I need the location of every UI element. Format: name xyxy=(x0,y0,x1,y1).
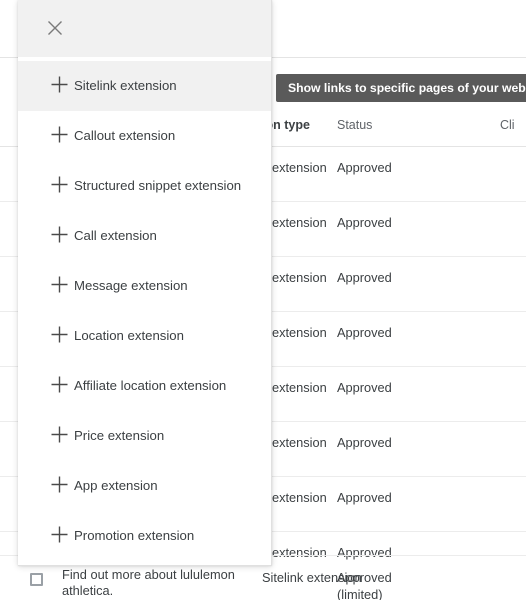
cell-status: Approved xyxy=(337,325,392,340)
cell-status: Approved xyxy=(337,215,392,230)
menu-item-label: App extension xyxy=(74,478,158,493)
menu-item-label: Sitelink extension xyxy=(74,78,177,93)
plus-icon xyxy=(50,261,72,311)
cell-status: Approved (limited) xyxy=(337,570,392,600)
cell-status: Approved xyxy=(337,270,392,285)
menu-item-message-extension[interactable]: Message extension xyxy=(18,261,271,311)
column-header-clicks[interactable]: Cli xyxy=(500,114,515,136)
row-select-checkbox[interactable] xyxy=(30,573,43,586)
panel-header xyxy=(18,0,271,57)
add-extension-dropdown-panel: Sitelink extension Callout extension Str… xyxy=(18,0,272,566)
menu-item-affiliate-location-extension[interactable]: Affiliate location extension xyxy=(18,361,271,411)
menu-item-app-extension[interactable]: App extension xyxy=(18,461,271,511)
menu-item-label: Affiliate location extension xyxy=(74,378,227,393)
menu-item-label: Message extension xyxy=(74,278,188,293)
cell-extension-text: Find out more about lululemon athletica. xyxy=(62,567,235,598)
menu-item-location-extension[interactable]: Location extension xyxy=(18,311,271,361)
plus-icon xyxy=(50,461,72,511)
close-icon xyxy=(38,19,72,37)
cell-status: Approved xyxy=(337,490,392,505)
cell-status: Approved xyxy=(337,380,392,395)
menu-item-callout-extension[interactable]: Callout extension xyxy=(18,111,271,161)
menu-item-label: Callout extension xyxy=(74,128,176,143)
cell-status: Approved xyxy=(337,435,392,450)
menu-item-structured-snippet-extension[interactable]: Structured snippet extension xyxy=(18,161,271,211)
menu-item-call-extension[interactable]: Call extension xyxy=(18,211,271,261)
cell-status: Approved xyxy=(337,160,392,175)
plus-icon xyxy=(50,211,72,261)
close-button[interactable] xyxy=(38,12,72,46)
column-header-status[interactable]: Status xyxy=(337,114,372,136)
menu-item-label: Call extension xyxy=(74,228,157,243)
plus-icon xyxy=(50,311,72,361)
menu-item-label: Location extension xyxy=(74,328,184,343)
plus-icon xyxy=(50,361,72,411)
plus-icon xyxy=(50,111,72,161)
plus-icon xyxy=(50,161,72,211)
tooltip: Show links to specific pages of your web… xyxy=(276,74,526,102)
menu-item-promotion-extension[interactable]: Promotion extension xyxy=(18,511,271,561)
menu-item-label: Price extension xyxy=(74,428,165,443)
menu-item-label: Promotion extension xyxy=(74,528,195,543)
menu-item-sitelink-extension[interactable]: Sitelink extension xyxy=(18,61,271,111)
screen-root: ion type Status Cli k extension Approved… xyxy=(0,0,526,600)
plus-icon xyxy=(50,61,72,111)
extension-type-menu: Sitelink extension Callout extension Str… xyxy=(18,61,271,561)
plus-icon xyxy=(50,411,72,461)
menu-item-label: Structured snippet extension xyxy=(74,178,242,193)
menu-item-price-extension[interactable]: Price extension xyxy=(18,411,271,461)
plus-icon xyxy=(50,511,72,561)
